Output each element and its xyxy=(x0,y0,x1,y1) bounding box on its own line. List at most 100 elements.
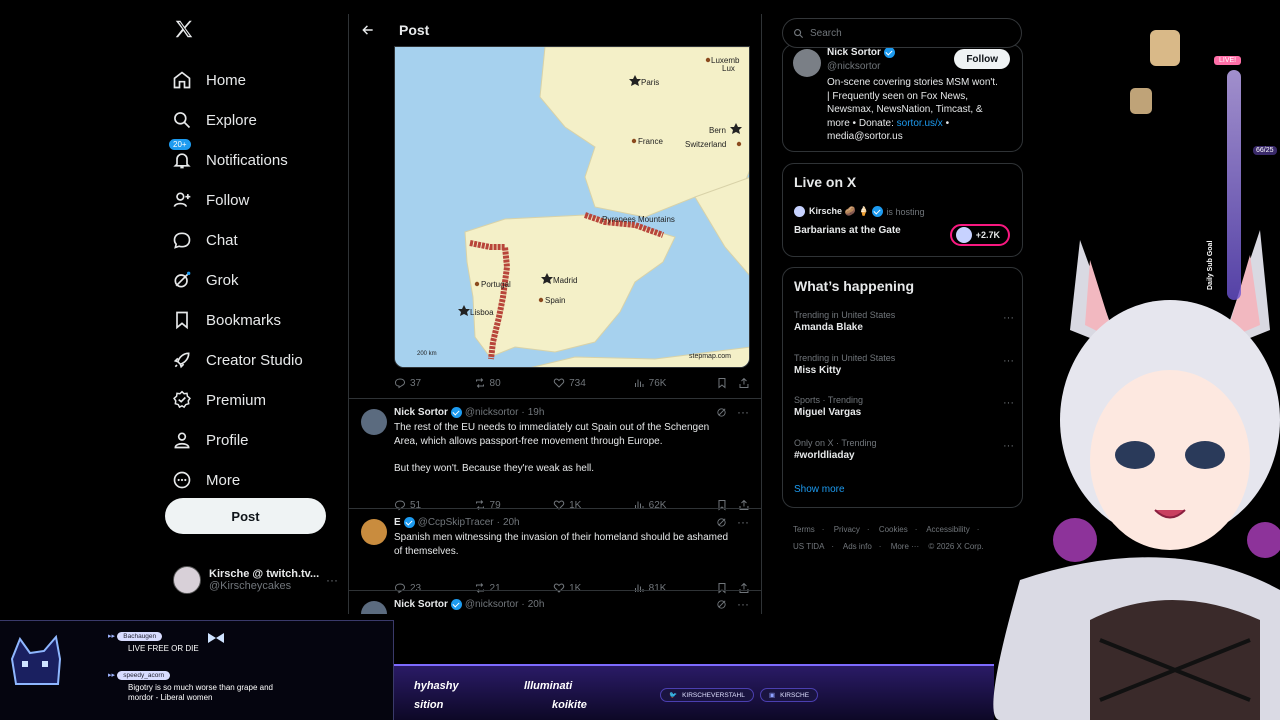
verified-icon xyxy=(450,599,462,610)
share-icon[interactable] xyxy=(738,377,750,389)
ticker-name: hyhashy xyxy=(414,680,459,692)
footer-link[interactable]: Terms xyxy=(793,525,815,534)
reply-post[interactable]: Nick Sortor @nicksortor · 19h ··· The re… xyxy=(349,398,761,511)
author-name[interactable]: E xyxy=(394,517,401,528)
live-title: Live on X xyxy=(794,174,857,190)
grok-icon[interactable] xyxy=(716,407,727,418)
map-label-paris: Paris xyxy=(641,78,659,87)
nav-label: Home xyxy=(206,71,247,89)
reply-count: 37 xyxy=(410,377,422,389)
profile-name[interactable]: Nick Sortor xyxy=(827,47,895,58)
map-image[interactable]: Paris Luxemb Lux France Bern Switzerland… xyxy=(394,46,750,368)
map-label-madrid: Madrid xyxy=(553,276,577,285)
nav-chat[interactable]: Chat xyxy=(172,220,303,260)
footer-link[interactable]: Cookies xyxy=(879,525,908,534)
ticker-name: llluminati xyxy=(524,680,573,692)
discord-icon: ▣ xyxy=(769,692,776,699)
reply-button[interactable]: 37 xyxy=(394,377,474,389)
map-label-lisboa: Lisboa xyxy=(470,308,494,317)
sidebar-nav: Home Explore 20+ Notifications Follow Ch… xyxy=(168,60,303,500)
footer-link[interactable]: US TIDA xyxy=(793,542,824,551)
nav-label: Bookmarks xyxy=(206,311,282,329)
post-time[interactable]: 20h xyxy=(503,517,520,528)
separator-dot: · xyxy=(878,542,882,551)
nav-follow[interactable]: Follow xyxy=(172,180,303,220)
reply-post[interactable]: E @CcpSkipTracer · 20h ··· Spanish men w… xyxy=(349,508,761,594)
account-switcher[interactable]: Kirsche @ twitch.tv... @Kirscheycakes ··… xyxy=(173,566,338,594)
author-name[interactable]: Nick Sortor xyxy=(394,599,448,610)
search-icon xyxy=(794,28,804,38)
footer-link[interactable]: More ··· xyxy=(891,542,919,551)
map-label-pyrenees: Pyrenees Mountains xyxy=(602,215,675,224)
separator-dot: · xyxy=(821,525,825,534)
more-icon[interactable]: ··· xyxy=(737,515,749,529)
nav-bookmarks[interactable]: Bookmarks xyxy=(172,300,303,340)
repost-button[interactable]: 80 xyxy=(474,377,554,389)
nav-label: Notifications xyxy=(206,151,288,169)
repost-count: 80 xyxy=(489,377,501,389)
post-menu: ··· xyxy=(716,515,749,529)
bookmark-icon xyxy=(176,311,188,330)
chat-username: speedy_acorn xyxy=(117,671,171,680)
chat-arrow-icon: ▸▸ xyxy=(108,672,116,679)
social-discord-tag: ▣ KIRSCHE xyxy=(760,688,819,702)
stream-chat-overlay: ▸▸ Bachaugen LIVE FREE OR DIE ▸▸ speedy_… xyxy=(0,620,394,720)
x-logo-icon[interactable] xyxy=(173,18,195,40)
views-icon xyxy=(634,379,644,387)
bio-link[interactable]: sortor.us/x xyxy=(897,118,943,129)
more-icon[interactable]: ··· xyxy=(737,597,749,611)
nav-creator-studio[interactable]: Creator Studio xyxy=(172,340,303,380)
home-icon xyxy=(173,71,191,89)
grok-icon xyxy=(174,271,191,288)
bookmark-icon[interactable] xyxy=(716,377,728,389)
nav-explore[interactable]: Explore xyxy=(172,100,303,140)
nav-premium[interactable]: Premium xyxy=(172,380,303,420)
post-timeline[interactable]: Post Paris Luxemb Lux France Bern Switze… xyxy=(348,14,762,614)
more-icon[interactable]: ··· xyxy=(737,405,749,419)
live-host[interactable]: Kirsche 🥔 🍦 is hosting xyxy=(794,206,924,217)
person-add-icon xyxy=(173,192,191,207)
avatar xyxy=(361,519,387,545)
ticker-name: sition xyxy=(414,699,444,711)
bio-line: On-scene covering stories MSM won't. xyxy=(827,77,998,88)
space-title[interactable]: Barbarians at the Gate xyxy=(794,225,901,236)
show-more-link[interactable]: Show more xyxy=(794,484,845,495)
more-circle-icon xyxy=(173,471,191,489)
footer-link[interactable]: Ads info xyxy=(843,542,872,551)
verified-icon xyxy=(403,517,415,528)
views-button[interactable]: 76K xyxy=(633,377,717,389)
like-button[interactable]: 734 xyxy=(553,377,633,389)
premium-icon xyxy=(173,390,191,409)
cat-mascot-icon xyxy=(10,634,62,685)
lantern-decoration xyxy=(1150,30,1180,66)
post-time[interactable]: 20h xyxy=(528,599,545,610)
author-name[interactable]: Nick Sortor xyxy=(394,407,448,418)
nav-label: More xyxy=(206,471,241,489)
nav-profile[interactable]: Profile xyxy=(172,420,303,460)
post-time[interactable]: 19h xyxy=(528,407,545,418)
search-input[interactable]: Search xyxy=(782,18,1022,48)
chat-message: ▸▸ speedy_acorn Bigotry is so much worse… xyxy=(108,670,273,703)
footer-link[interactable]: Privacy xyxy=(834,525,860,534)
grok-icon[interactable] xyxy=(716,517,727,528)
more-icon[interactable]: ··· xyxy=(326,573,338,587)
avatar xyxy=(173,566,201,594)
nav-label: Premium xyxy=(206,391,267,409)
back-arrow-icon[interactable] xyxy=(361,23,375,37)
avatar[interactable] xyxy=(793,49,821,77)
post-button[interactable]: Post xyxy=(165,498,326,534)
grok-icon[interactable] xyxy=(716,599,727,610)
nav-home[interactable]: Home xyxy=(172,60,303,100)
nav-more[interactable]: More xyxy=(172,460,303,500)
social-twitter-tag: 🐦 KIRSCHEVERSTAHL xyxy=(660,688,754,702)
nav-label: Explore xyxy=(206,111,257,129)
post-text-line: Area, which allows passport-free movemen… xyxy=(394,436,663,447)
chat-text-line: Bigotry is so much worse than grape and xyxy=(128,683,273,692)
map-label-spain: Spain xyxy=(545,296,565,305)
reply-post[interactable]: Nick Sortor @nicksortor · 20h ··· xyxy=(349,590,761,614)
bio-text: • xyxy=(942,117,950,129)
nav-grok[interactable]: Grok xyxy=(172,260,303,300)
follow-button[interactable]: Follow xyxy=(954,49,1010,69)
nav-notifications[interactable]: 20+ Notifications xyxy=(168,138,303,180)
post-text: Spanish men witnessing the invasion of t… xyxy=(394,531,754,559)
